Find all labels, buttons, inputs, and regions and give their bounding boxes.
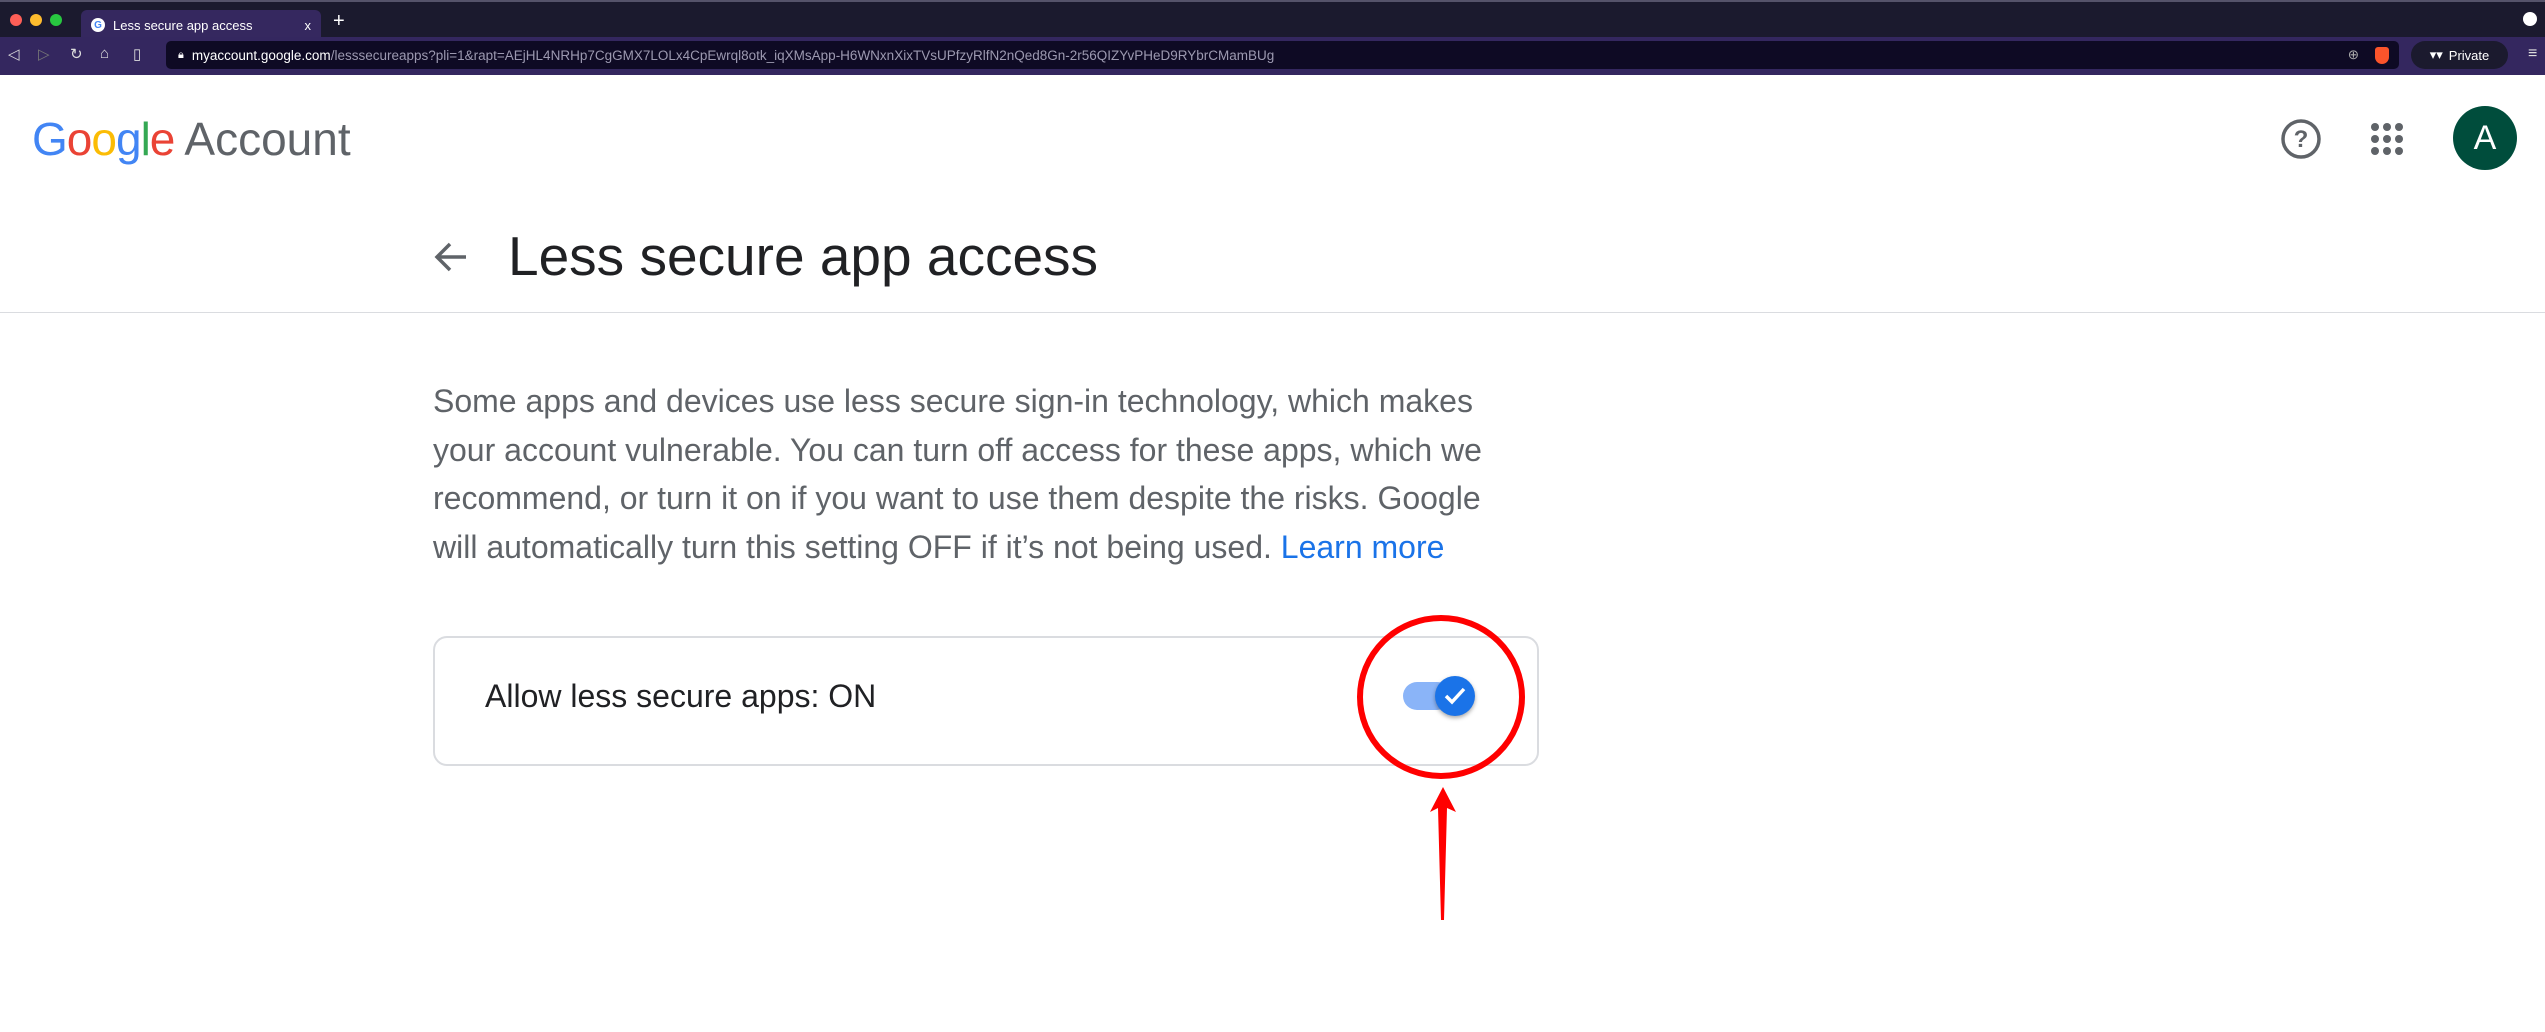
google-account-logo[interactable]: Google Account [32, 112, 351, 166]
description: Some apps and devices use less secure si… [433, 377, 1513, 572]
setting-card: Allow less secure apps: ON [433, 636, 1539, 766]
glasses-icon: ▾▾ [2429, 47, 2443, 62]
minimize-window-button[interactable] [30, 14, 42, 26]
annotation-arrow [1430, 787, 1456, 920]
check-icon [1444, 687, 1466, 705]
browser-menu-button[interactable]: ≡ [2528, 45, 2537, 63]
private-window-badge[interactable]: ▾▾ Private [2411, 41, 2508, 69]
home-button[interactable]: ⌂ [100, 45, 109, 62]
zoom-icon[interactable]: ⊕ [2348, 47, 2359, 63]
lock-icon: 🔒︎ [178, 48, 184, 61]
address-bar-row: ◁ ▷ ↻ ⌂ ▯ 🔒︎ myaccount.google.com/lessse… [0, 37, 2545, 75]
setting-label: Allow less secure apps: ON [485, 678, 877, 714]
private-label: Private [2448, 47, 2490, 63]
back-button[interactable] [428, 234, 474, 280]
svg-text:?: ? [2294, 126, 2309, 153]
url-path: /lesssecureapps?pli=1&rapt=AEjHL4NRHp7Cg… [330, 47, 1275, 63]
tab-close-button[interactable]: x [305, 18, 312, 33]
new-tab-button[interactable]: + [333, 10, 345, 33]
divider [0, 312, 2545, 313]
brave-shield-icon[interactable] [2375, 46, 2389, 64]
browser-tab[interactable]: G Less secure app access x [81, 10, 321, 40]
help-button[interactable]: ? [2275, 113, 2327, 165]
google-wordmark: Google [32, 113, 175, 165]
account-avatar[interactable]: A [2453, 106, 2517, 170]
back-arrow-icon [434, 242, 466, 272]
browser-tab-bar: G Less secure app access x + [0, 0, 2545, 40]
learn-more-link[interactable]: Learn more [1281, 529, 1445, 565]
google-apps-button[interactable] [2361, 113, 2413, 165]
url-host: myaccount.google.com [191, 47, 331, 63]
bookmark-button[interactable]: ▯ [133, 45, 141, 63]
url-field[interactable]: 🔒︎ myaccount.google.com/lesssecureapps?p… [166, 41, 2399, 69]
help-icon: ? [2281, 119, 2321, 159]
maximize-window-button[interactable] [50, 14, 62, 26]
back-nav-button[interactable]: ◁ [8, 45, 20, 63]
reload-button[interactable]: ↻ [70, 45, 83, 63]
tab-title: Less secure app access [113, 17, 253, 33]
toggle-knob[interactable] [1435, 676, 1475, 716]
page-title: Less secure app access [508, 225, 1099, 287]
product-name: Account [184, 113, 351, 165]
tab-dropdown-icon[interactable] [2523, 12, 2537, 26]
close-window-button[interactable] [10, 14, 22, 26]
apps-grid-icon [2371, 123, 2403, 155]
forward-nav-button[interactable]: ▷ [38, 45, 50, 63]
google-favicon-icon: G [91, 18, 105, 32]
